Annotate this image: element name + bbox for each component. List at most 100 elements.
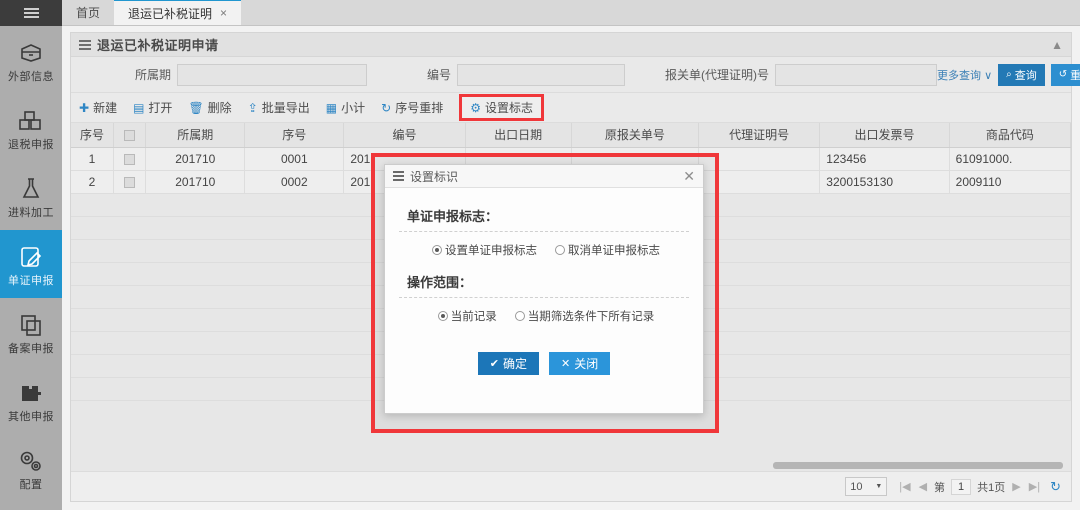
declaration-no-input[interactable] <box>775 63 938 86</box>
hamburger-menu-icon[interactable] <box>0 0 62 26</box>
reorder-sequence-button-label: 序号重排 <box>395 101 444 115</box>
section-title-operation-scope: 操作范围： <box>407 275 473 290</box>
sidebar-item-other-declaration[interactable]: 其他申报 <box>0 366 62 434</box>
cell-select[interactable] <box>113 170 147 194</box>
new-button-label: 新建 <box>93 101 118 115</box>
select-all-checkbox[interactable] <box>124 130 136 142</box>
new-button[interactable]: ✚ 新建 <box>79 99 117 116</box>
cell-index: 1 <box>71 147 114 171</box>
search-button[interactable]: ⌕ 查询 <box>998 63 1045 86</box>
column-header-original-declaration-no[interactable]: 原报关单号 <box>571 123 700 148</box>
cell-sequence: 0002 <box>244 170 345 194</box>
page-label: 第 <box>934 481 946 494</box>
column-header-goods-code[interactable]: 商品代码 <box>949 123 1071 148</box>
sidebar-item-document-declaration[interactable]: 单证申报 <box>0 230 62 298</box>
sidebar-item-label: 外部信息 <box>8 70 54 83</box>
hamburger-bars <box>23 6 39 20</box>
sidebar-item-label: 备案申报 <box>8 342 54 355</box>
code-input[interactable] <box>457 63 626 86</box>
cell-select[interactable] <box>113 147 147 171</box>
reorder-sequence-button[interactable]: ↻ 序号重排 <box>381 99 443 116</box>
filter-declaration-no: 报关单(代理证明)号 <box>665 63 938 86</box>
radio-all-filtered-records[interactable]: 当期筛选条件下所有记录 <box>514 308 654 324</box>
radio-set-declaration-flag[interactable]: 设置单证申报标志 <box>432 242 537 258</box>
close-button[interactable]: ✕ 关闭 <box>549 352 611 375</box>
column-header-code[interactable]: 编号 <box>343 123 466 148</box>
close-icon[interactable]: × <box>220 6 227 20</box>
radio-label: 取消单证申报标志 <box>568 245 660 257</box>
confirm-button[interactable]: ✔ 确定 <box>477 352 539 375</box>
delete-button[interactable]: 🗑 删除 <box>188 99 231 116</box>
list-icon <box>393 169 404 183</box>
column-header-agent-certificate-no[interactable]: 代理证明号 <box>698 123 821 148</box>
filter-label: 编号 <box>427 68 452 82</box>
batch-export-button[interactable]: ⇪ 批量导出 <box>248 99 310 116</box>
radio-label: 当前记录 <box>450 311 497 323</box>
column-header-period[interactable]: 所属期 <box>145 123 246 148</box>
action-toolbar: ✚ 新建 ▤ 打开 🗑 删除 ⇪ 批量导出 ▦ 小计 ↻ 序号重排 ⚙ 设置标志 <box>71 93 1071 123</box>
cell-period: 201710 <box>145 147 246 171</box>
sidebar-item-processing-trade[interactable]: 进料加工 <box>0 162 62 230</box>
prev-page-icon[interactable]: ◀ <box>919 480 927 493</box>
tab-return-tax-certificate[interactable]: 退运已补税证明 × <box>114 0 242 25</box>
horizontal-scrollbar[interactable] <box>73 462 1069 469</box>
first-page-icon[interactable]: |◀ <box>899 480 910 493</box>
radio-current-record[interactable]: 当前记录 <box>437 308 497 324</box>
column-header-export-date[interactable]: 出口日期 <box>465 123 572 148</box>
subtotal-button[interactable]: ▦ 小计 <box>326 99 365 116</box>
cell-sequence: 0001 <box>244 147 345 171</box>
column-header-select-all[interactable] <box>113 123 147 148</box>
cell-goods-code: 2009110 <box>949 170 1071 194</box>
period-input[interactable] <box>177 63 368 86</box>
more-query-link[interactable]: 更多查询 ∨ <box>937 67 992 83</box>
database-icon <box>14 38 48 68</box>
column-header-sequence[interactable]: 序号 <box>244 123 345 148</box>
cell-agent-certificate-no <box>698 147 821 171</box>
filter-label: 所属期 <box>135 68 172 82</box>
tab-home[interactable]: 首页 <box>62 0 114 25</box>
dialog-body: 单证申报标志： 设置单证申报标志 取消单证申报标志 操作范围： 当前记录 当期筛… <box>385 188 703 385</box>
row-checkbox[interactable] <box>124 153 136 165</box>
page-number-input[interactable]: 1 <box>951 478 972 495</box>
last-page-icon[interactable]: ▶| <box>1029 480 1040 493</box>
radio-indicator <box>437 311 448 321</box>
sidebar-item-label: 退税申报 <box>8 138 54 151</box>
close-icon[interactable]: ✕ <box>683 169 695 183</box>
table-header: 序号 所属期 序号 编号 出口日期 原报关单号 代理证明号 出口发票号 商品代码 <box>71 123 1071 148</box>
scrollbar-thumb[interactable] <box>773 462 1063 469</box>
column-header-export-invoice-no[interactable]: 出口发票号 <box>819 123 950 148</box>
sidebar-item-tax-refund-declaration[interactable]: 退税申报 <box>0 94 62 162</box>
filter-label: 报关单(代理证明)号 <box>665 68 770 82</box>
panel-header: 退运已补税证明申请 ▲ <box>71 33 1071 57</box>
check-icon: ✔ <box>489 358 499 370</box>
reset-icon: ↺ <box>1058 69 1068 80</box>
table-header-row: 序号 所属期 序号 编号 出口日期 原报关单号 代理证明号 出口发票号 商品代码 <box>71 123 1071 148</box>
sidebar-item-external-info[interactable]: 外部信息 <box>0 26 62 94</box>
next-page-icon[interactable]: ▶ <box>1012 480 1020 493</box>
boxes-icon <box>14 106 48 136</box>
batch-export-button-label: 批量导出 <box>261 101 310 115</box>
row-checkbox[interactable] <box>124 176 136 188</box>
sidebar-item-filing-declaration[interactable]: 备案申报 <box>0 298 62 366</box>
refresh-icon[interactable]: ↻ <box>1050 479 1061 495</box>
tab-bar: 首页 退运已补税证明 × <box>62 0 1080 26</box>
dialog-title: 设置标识 <box>410 169 459 184</box>
open-button[interactable]: ▤ 打开 <box>133 99 172 116</box>
sidebar-item-configuration[interactable]: 配置 <box>0 434 62 502</box>
chevron-up-icon[interactable]: ▲ <box>1051 39 1063 51</box>
column-header-index[interactable]: 序号 <box>71 123 114 148</box>
close-button-label: 关闭 <box>574 357 599 371</box>
section-title-declaration-flag: 单证申报标志： <box>407 209 499 224</box>
gears-icon <box>14 446 48 476</box>
cell-period: 201710 <box>145 170 246 194</box>
set-flag-button[interactable]: ⚙ 设置标志 <box>459 94 544 121</box>
cell-index: 2 <box>71 170 114 194</box>
cell-export-invoice-no: 3200153130 <box>819 170 950 194</box>
set-flag-dialog: 设置标识 ✕ 单证申报标志： 设置单证申报标志 取消单证申报标志 操作范围： 当… <box>384 164 704 414</box>
trash-icon: 🗑 <box>188 100 204 115</box>
radio-cancel-declaration-flag[interactable]: 取消单证申报标志 <box>555 242 660 258</box>
radio-indicator <box>555 245 565 255</box>
sidebar-item-label: 单证申报 <box>8 274 54 287</box>
page-size-select[interactable]: 10 ▼ <box>845 477 888 496</box>
reset-button[interactable]: ↺ 重置 <box>1050 63 1080 86</box>
